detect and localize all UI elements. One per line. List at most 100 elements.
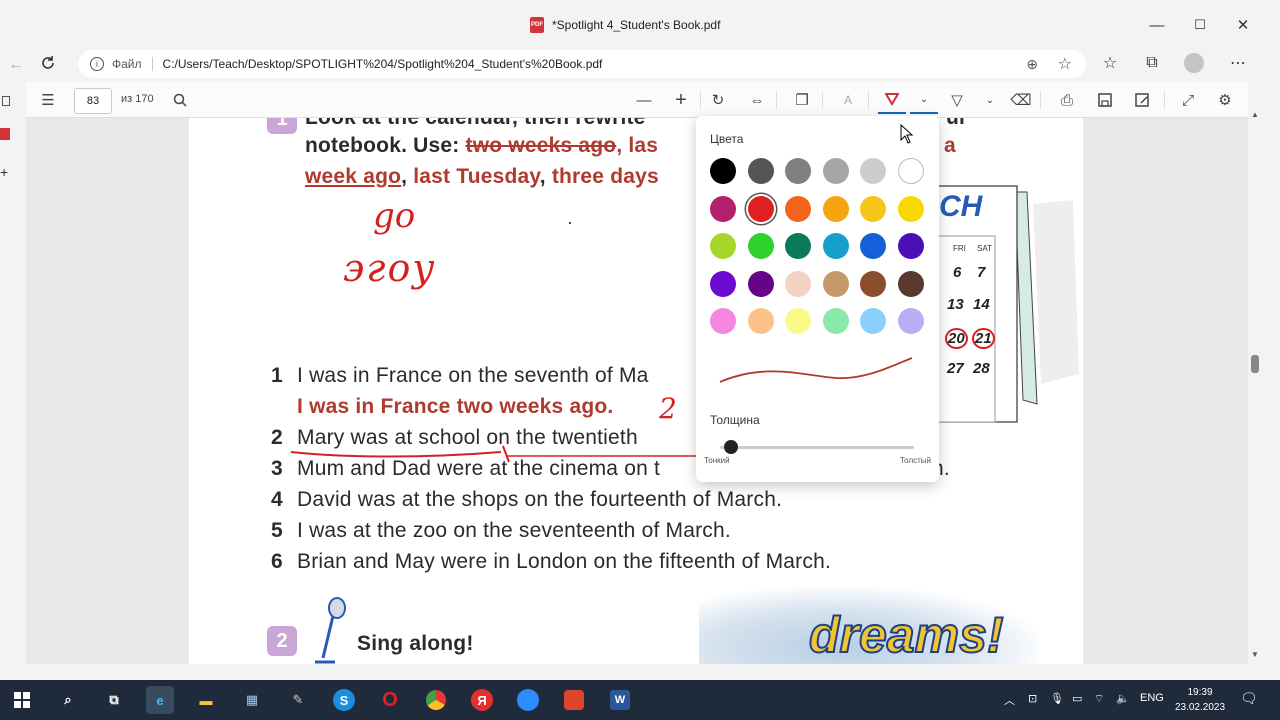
maximize-button[interactable]: ☐ [1185, 12, 1215, 38]
page-view-icon[interactable]: ❐ [788, 86, 816, 114]
color-swatch[interactable] [710, 270, 736, 297]
erase-icon[interactable]: ⌫ [1007, 86, 1035, 114]
paint-icon[interactable]: ✎ [284, 686, 312, 714]
tray-mic-icon[interactable]: 🎙 [1050, 692, 1064, 705]
color-swatch[interactable] [897, 233, 924, 259]
file-explorer-icon[interactable]: ▬ [192, 686, 220, 714]
color-swatch[interactable] [860, 270, 886, 297]
color-swatch[interactable] [822, 308, 849, 334]
print-icon[interactable]: ⎙ [1053, 86, 1081, 114]
zoom-out-icon[interactable]: — [630, 86, 658, 114]
color-swatch[interactable] [710, 195, 736, 222]
handwriting-egou: эгоу [343, 246, 437, 290]
skype-icon[interactable]: S [330, 686, 358, 714]
save-as-icon[interactable] [1128, 86, 1156, 114]
address-bar[interactable]: i Файл C:/Users/Teach/Desktop/SPOTLIGHT%… [78, 50, 1086, 78]
url-text[interactable]: C:/Users/Teach/Desktop/SPOTLIGHT%204/Spo… [163, 57, 603, 71]
zoom-app-icon[interactable] [514, 686, 542, 714]
fullscreen-icon[interactable]: ⤢ [1174, 86, 1202, 114]
highlight-icon[interactable]: ▽ [943, 86, 971, 114]
color-swatch[interactable] [860, 158, 886, 184]
refresh-icon[interactable] [34, 49, 62, 77]
read-aloud-icon[interactable]: A [834, 86, 862, 114]
color-swatch[interactable] [860, 308, 886, 334]
color-swatch[interactable] [747, 270, 774, 297]
yandex-browser-icon[interactable]: Я [468, 686, 496, 714]
color-swatch[interactable] [710, 233, 736, 259]
scroll-down-icon[interactable]: ▼ [1251, 650, 1259, 659]
windows-start-icon[interactable] [8, 686, 36, 714]
highlight-options-chevron-icon[interactable]: ⌄ [976, 86, 1004, 114]
tray-volume-icon[interactable]: 🔈 [1116, 692, 1130, 705]
thickness-slider-track[interactable] [720, 446, 914, 449]
zoom-in-icon[interactable]: + [667, 86, 695, 114]
tray-chevron-icon[interactable]: ︿ [1004, 692, 1015, 708]
vertical-scrollbar[interactable]: ▲ ▼ [1248, 82, 1262, 664]
tray-network-icon[interactable]: ⊡ [1028, 692, 1037, 705]
scroll-up-icon[interactable]: ▲ [1251, 110, 1259, 119]
color-swatch[interactable] [785, 308, 811, 334]
favorite-add-icon[interactable]: ☆ [1058, 54, 1072, 74]
scrollbar-thumb[interactable] [1251, 355, 1259, 373]
rotate-icon[interactable]: ↻ [704, 86, 732, 114]
save-icon[interactable] [1091, 86, 1119, 114]
color-swatch[interactable] [747, 195, 774, 222]
document-viewport[interactable]: 1 Look at the calendar, then rewrite ur … [26, 118, 1248, 664]
tray-wifi-icon[interactable]: ⌔ [1094, 692, 1104, 706]
color-swatch[interactable] [785, 233, 811, 259]
color-swatch[interactable] [822, 233, 849, 259]
color-swatch[interactable] [860, 195, 886, 222]
fit-page-icon[interactable]: ⇔ [743, 86, 771, 114]
add-tab-icon[interactable]: + [0, 164, 8, 180]
pdf-app-icon[interactable] [560, 686, 588, 714]
color-swatch[interactable] [747, 158, 774, 184]
zoom-icon[interactable]: ⊕ [1026, 56, 1038, 73]
color-swatch[interactable] [747, 308, 774, 334]
pdf-tab-icon[interactable] [0, 128, 10, 140]
color-swatch[interactable] [897, 195, 924, 222]
settings-gear-icon[interactable]: ⚙ [1211, 86, 1239, 114]
color-swatch[interactable] [785, 195, 811, 222]
chrome-icon[interactable] [422, 686, 450, 714]
color-swatch[interactable] [860, 233, 886, 259]
color-swatch[interactable] [822, 195, 849, 222]
close-button[interactable]: ✕ [1228, 12, 1258, 38]
minimize-button[interactable]: — [1142, 12, 1172, 38]
system-clock[interactable]: 19:39 23.02.2023 [1170, 685, 1230, 715]
search-icon[interactable] [166, 86, 194, 114]
edge-browser-icon[interactable]: e [146, 686, 174, 714]
tray-battery-icon[interactable]: ▭ [1072, 692, 1082, 705]
color-swatch[interactable] [897, 308, 924, 334]
collections-icon[interactable]: ⧉ [1138, 49, 1166, 77]
color-swatch[interactable] [710, 158, 736, 184]
info-icon[interactable]: i [90, 57, 104, 71]
draw-options-chevron-icon[interactable]: ⌄ [910, 86, 938, 114]
notifications-icon[interactable]: 🗨 [1240, 690, 1258, 707]
color-swatch[interactable] [747, 233, 774, 259]
more-menu-icon[interactable]: ⋯ [1224, 49, 1252, 77]
favorites-icon[interactable]: ☆ [1096, 49, 1124, 77]
back-icon[interactable]: ← [2, 51, 30, 79]
color-swatch[interactable] [785, 158, 811, 184]
color-swatch[interactable] [897, 158, 924, 184]
toolbar-separator [1164, 92, 1165, 108]
thickness-slider-thumb[interactable] [723, 440, 738, 454]
opera-icon[interactable]: O [376, 686, 404, 714]
tab-icon[interactable] [2, 96, 10, 106]
contents-icon[interactable]: ☰ [34, 86, 62, 114]
store-icon[interactable]: ▦ [238, 686, 266, 714]
page-number-input[interactable]: 83 [74, 88, 112, 114]
color-swatch[interactable] [785, 270, 811, 297]
color-swatch[interactable] [710, 308, 736, 334]
color-swatch[interactable] [822, 270, 849, 297]
word-app-icon[interactable]: W [606, 686, 634, 714]
profile-avatar-icon[interactable] [1180, 49, 1208, 77]
thin-label: Тонкий [704, 456, 730, 465]
item-number: 4 [271, 488, 283, 511]
color-swatch[interactable] [822, 158, 849, 184]
draw-icon[interactable] [878, 86, 906, 114]
task-view-icon[interactable]: ⧉ [100, 686, 128, 714]
search-taskbar-icon[interactable]: ⌕ [54, 686, 82, 714]
language-indicator[interactable]: ENG [1140, 692, 1164, 704]
color-swatch[interactable] [897, 270, 924, 297]
